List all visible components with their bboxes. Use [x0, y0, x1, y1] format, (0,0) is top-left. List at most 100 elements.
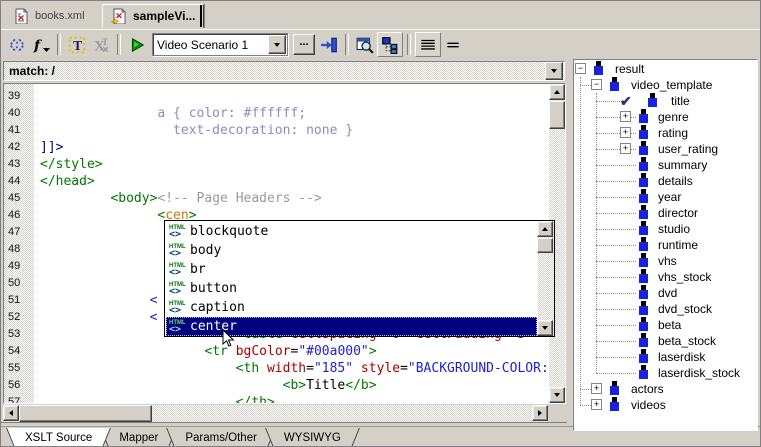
- tree-expand-button[interactable]: +: [620, 111, 631, 122]
- element-icon-part: [639, 194, 648, 203]
- element-node-icon: [638, 221, 651, 236]
- tree-node-label[interactable]: runtime: [658, 237, 698, 253]
- line-number: 54: [8, 343, 20, 360]
- arrow-down-icon: [554, 393, 560, 400]
- tree-expand-button[interactable]: +: [620, 143, 631, 154]
- code-line[interactable]: <b>Title</b>: [40, 377, 377, 394]
- view-tab-wysiwyg[interactable]: WYSIWYG: [266, 428, 359, 447]
- code-line[interactable]: </head>: [40, 173, 95, 190]
- code-line[interactable]: <body><!-- Page Headers -->: [40, 190, 322, 207]
- code-line[interactable]: <: [40, 292, 157, 309]
- popup-scroll-thumb[interactable]: [537, 238, 553, 253]
- line-number: 48: [8, 241, 20, 258]
- schema-tree-toggle-button[interactable]: [377, 32, 403, 57]
- align-lines-button[interactable]: [415, 32, 441, 57]
- tree-node-label[interactable]: result: [615, 61, 644, 77]
- tree-node-label[interactable]: rating: [658, 125, 688, 141]
- run-transformation-button[interactable]: [125, 33, 149, 56]
- tree-node-label[interactable]: genre: [658, 109, 689, 125]
- autocomplete-item[interactable]: HTML<>button: [166, 279, 537, 298]
- tree-node-label[interactable]: video_template: [631, 77, 712, 93]
- tree-node-label[interactable]: dvd_stock: [658, 301, 712, 317]
- scroll-up-button[interactable]: [537, 221, 553, 237]
- arrow-down-icon: [542, 326, 548, 333]
- tree-node-label[interactable]: details: [658, 173, 693, 189]
- code-line[interactable]: a { color: #ffffff;: [40, 105, 306, 122]
- doc-tab-books-xml[interactable]: books.xml: [5, 4, 93, 28]
- svg-text:T: T: [73, 38, 82, 53]
- goto-definition-icon: [320, 36, 338, 54]
- html-element-icon: HTML<>: [166, 300, 188, 316]
- code-token-plain: [40, 378, 283, 393]
- tree-node-label[interactable]: director: [658, 205, 698, 221]
- line-number: 57: [8, 394, 20, 404]
- tree-node-label[interactable]: title: [671, 93, 690, 109]
- tree-node-label[interactable]: actors: [631, 381, 664, 397]
- autocomplete-item-label: caption: [188, 300, 245, 315]
- function-dropdown-button[interactable]: f: [29, 33, 53, 56]
- tree-node-label[interactable]: vhs_stock: [658, 269, 711, 285]
- scroll-up-button[interactable]: [549, 84, 565, 100]
- tree-node-label[interactable]: videos: [631, 397, 666, 413]
- editor-horizontal-scrollbar[interactable]: [3, 405, 548, 422]
- goto-definition-button[interactable]: [317, 33, 341, 56]
- tree-expand-button[interactable]: +: [591, 383, 602, 394]
- scenario-combobox[interactable]: Video Scenario 1: [152, 33, 288, 56]
- tree-node-label[interactable]: laserdisk_stock: [658, 365, 740, 381]
- scroll-down-button[interactable]: [537, 320, 553, 336]
- text-region-button[interactable]: T: [65, 33, 89, 56]
- element-glyph: <>: [169, 288, 181, 296]
- scenario-combobox-dropdown-button[interactable]: [268, 35, 286, 54]
- schema-tree-panel[interactable]: −result−video_template✔title+genre+ratin…: [573, 59, 758, 431]
- popup-scrollbar[interactable]: [538, 221, 554, 336]
- element-node-icon: [638, 365, 651, 380]
- match-combobox[interactable]: match: /: [3, 61, 565, 81]
- match-combobox-value: match: /: [4, 64, 545, 78]
- tree-node-label[interactable]: dvd: [658, 285, 677, 301]
- tree-expand-button[interactable]: +: [591, 399, 602, 410]
- code-token-plain: Title: [306, 378, 345, 393]
- tree-expand-button[interactable]: +: [620, 127, 631, 138]
- code-line[interactable]: ]]>: [40, 139, 63, 156]
- tree-connector: [596, 213, 636, 214]
- tree-node-label[interactable]: vhs: [658, 253, 677, 269]
- vertical-scroll-thumb[interactable]: [549, 101, 565, 129]
- code-line[interactable]: </th>: [40, 394, 275, 403]
- scroll-right-button[interactable]: [532, 405, 548, 421]
- tree-node-label[interactable]: year: [658, 189, 681, 205]
- code-line[interactable]: </style>: [40, 156, 103, 173]
- match-combobox-dropdown-button[interactable]: [545, 62, 563, 80]
- scroll-left-button[interactable]: [3, 405, 19, 421]
- code-line[interactable]: <tr bgColor="#00a000">: [40, 343, 377, 360]
- tree-node-label[interactable]: studio: [658, 221, 690, 237]
- scroll-down-button[interactable]: [549, 387, 565, 403]
- tree-collapse-button[interactable]: −: [591, 79, 602, 90]
- view-tab-xslt-source[interactable]: XSLT Source: [7, 428, 110, 447]
- tree-node-label[interactable]: beta: [658, 317, 681, 333]
- tree-node-label[interactable]: summary: [658, 157, 707, 173]
- code-line[interactable]: text-decoration: none }: [40, 122, 353, 139]
- tree-node-label[interactable]: beta_stock: [658, 333, 716, 349]
- code-token-comment: <!-- Page Headers -->: [157, 191, 321, 206]
- doc-tab-samplevideo[interactable]: sampleVi...: [102, 4, 204, 28]
- text-region-disabled-icon: X T: [92, 36, 110, 54]
- horizontal-scroll-thumb[interactable]: [19, 405, 152, 422]
- code-line[interactable]: <: [40, 309, 157, 326]
- autocomplete-item[interactable]: HTML<>blockquote: [166, 222, 537, 241]
- code-line[interactable]: <th width="185" style="BACKGROUND-COLOR:…: [40, 360, 548, 377]
- autocomplete-item[interactable]: HTML<>br: [166, 260, 537, 279]
- view-tab-params-other[interactable]: Params/Other: [167, 428, 275, 447]
- view-tab-mapper[interactable]: Mapper: [101, 428, 176, 447]
- scenario-browse-button[interactable]: ...: [293, 34, 315, 55]
- arrow-up-icon: [554, 87, 560, 94]
- tree-collapse-button[interactable]: −: [575, 63, 586, 74]
- autocomplete-item[interactable]: HTML<>caption: [166, 298, 537, 317]
- xslt-edit-button[interactable]: [5, 33, 29, 56]
- tree-node-label[interactable]: laserdisk: [658, 349, 705, 365]
- tree-node-label[interactable]: user_rating: [658, 141, 718, 157]
- align-lines-small-button[interactable]: [441, 33, 465, 56]
- line-number: 50: [8, 275, 20, 292]
- preview-window-button[interactable]: [353, 33, 377, 56]
- autocomplete-item[interactable]: HTML<>body: [166, 241, 537, 260]
- element-icon-part: [610, 82, 619, 91]
